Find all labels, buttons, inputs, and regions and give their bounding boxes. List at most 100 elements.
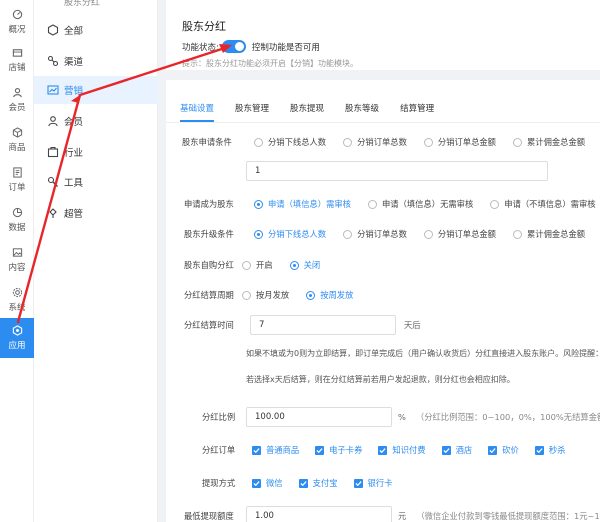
field-label: 股东升级条件 — [184, 229, 234, 239]
field-label: 最低提现额度 — [184, 511, 234, 521]
become-option-review[interactable]: 申请（填信息）需审核 — [254, 198, 351, 210]
option-label: 秒杀 — [548, 445, 566, 455]
rail-label: 内容 — [8, 263, 26, 273]
industry-icon — [46, 146, 59, 159]
field-label: 提现方式 — [202, 478, 236, 488]
header-card: 股东分红 功能状态: 控制功能是否可用 提示：股东分红功能必须开启【分销】功能模… — [166, 0, 600, 70]
order-type-normal[interactable]: 普通商品 — [252, 444, 299, 456]
apply-option-orders[interactable]: 分销订单总数 — [343, 136, 407, 148]
field-label: 分红比例 — [202, 412, 236, 422]
feature-toggle[interactable] — [221, 40, 246, 53]
checkbox-checked — [252, 445, 261, 455]
rail-item-content[interactable]: 内容 — [0, 246, 34, 273]
cycle-row: 分红结算周期 按月发放 按周发放 — [184, 289, 370, 301]
apply-option-order-amount[interactable]: 分销订单总金额 — [423, 136, 496, 148]
apply-option-commission[interactable]: 累计佣金总金额 — [512, 136, 586, 148]
main-content: 股东分红 功能状态: 控制功能是否可用 提示：股东分红功能必须开启【分销】功能模… — [166, 0, 600, 522]
upgrade-option-commission[interactable]: 累计佣金总金额 — [512, 228, 585, 240]
upgrade-option-orders[interactable]: 分销订单总数 — [343, 228, 407, 240]
submenu-label: 超管 — [64, 209, 84, 220]
radio — [512, 137, 522, 147]
field-label: 股东申请条件 — [182, 137, 232, 147]
member-icon — [46, 115, 59, 128]
dashboard-icon — [11, 8, 23, 20]
submenu-item-channel[interactable]: 渠道 — [34, 47, 158, 75]
cycle-option-month[interactable]: 按月发放 — [242, 289, 289, 301]
rail-item-overview[interactable]: 概况 — [0, 8, 34, 35]
admin-icon — [46, 207, 59, 220]
rail-label: 数据 — [8, 223, 26, 233]
tab-shareholder-level[interactable]: 股东等级 — [345, 102, 379, 122]
option-label: 累计佣金总金额 — [526, 137, 586, 147]
rail-label: 应用 — [8, 341, 26, 351]
tab-settlement[interactable]: 结算管理 — [400, 102, 434, 122]
self-buy-option-on[interactable]: 开启 — [242, 259, 273, 271]
rail-label: 店铺 — [8, 63, 26, 73]
option-label: 酒店 — [455, 445, 473, 455]
field-label: 股东自购分红 — [184, 260, 234, 270]
user-icon — [11, 86, 23, 98]
option-label: 支付宝 — [312, 478, 338, 488]
tab-shareholder-manage[interactable]: 股东管理 — [235, 102, 269, 122]
order-type-seckill[interactable]: 秒杀 — [534, 444, 566, 456]
apply-option-downline[interactable]: 分销下线总人数 — [254, 136, 326, 148]
rail-item-apps[interactable]: 应用 — [0, 318, 34, 358]
option-label: 开启 — [256, 260, 273, 270]
settle-time-input[interactable]: 7 — [250, 315, 396, 335]
rail-item-goods[interactable]: 商品 — [0, 126, 34, 153]
image-icon — [11, 246, 23, 258]
rail-item-system[interactable]: 系统 — [0, 286, 34, 313]
order-type-bargain[interactable]: 砍价 — [488, 444, 519, 456]
become-option-no-info[interactable]: 申请（不填信息）需审核 — [490, 198, 596, 210]
min-withdraw-input[interactable]: 1.00 — [246, 506, 392, 522]
radio — [490, 199, 500, 209]
ratio-hint: （分红比例范围：0~100，0%，100%无结算金额） — [415, 412, 600, 422]
apply-condition-input[interactable]: 1 — [246, 161, 548, 181]
settings-icon — [11, 286, 23, 298]
rail-label: 系统 — [8, 303, 26, 313]
submenu-item-all[interactable]: 全部 — [34, 16, 158, 44]
option-label: 银行卡 — [367, 478, 393, 488]
rail-item-store[interactable]: 店铺 — [0, 46, 34, 73]
tab-shareholder-withdraw[interactable]: 股东提现 — [290, 102, 324, 122]
option-label: 申请（填信息）无需审核 — [381, 199, 474, 209]
withdraw-bank[interactable]: 银行卡 — [353, 477, 393, 489]
order-type-ecard[interactable]: 电子卡券 — [315, 444, 362, 456]
submenu-item-industry[interactable]: 行业 — [34, 138, 158, 166]
rail-item-data[interactable]: 数据 — [0, 206, 34, 233]
rail-item-member[interactable]: 会员 — [0, 86, 34, 113]
rail-item-order[interactable]: 订单 — [0, 166, 34, 193]
submenu-label: 工具 — [64, 178, 84, 189]
rail-label: 商品 — [8, 143, 26, 153]
header-hint: 提示：股东分红功能必须开启【分销】功能模块。 — [182, 59, 358, 68]
upgrade-option-order-amount[interactable]: 分销订单总金额 — [423, 228, 496, 240]
submenu-item-marketing[interactable]: 营销 — [34, 76, 158, 104]
upgrade-option-downline[interactable]: 分销下线总人数 — [254, 228, 326, 240]
checkbox-checked — [534, 445, 544, 455]
radio — [423, 137, 433, 147]
withdraw-wechat[interactable]: 微信 — [252, 477, 283, 489]
order-type-hotel[interactable]: 酒店 — [441, 444, 473, 456]
status-label: 功能状态: — [182, 42, 219, 53]
checkbox-checked — [353, 478, 363, 488]
page-title: 股东分红 — [182, 20, 226, 33]
field-label: 分红结算时间 — [184, 320, 234, 330]
submenu-label: 会员 — [64, 117, 84, 128]
secondary-menu: 股东分红 全部 渠道 营销 会员 行业 工具 超管 — [34, 0, 158, 522]
tool-icon — [46, 176, 59, 189]
option-label: 普通商品 — [266, 445, 300, 455]
submenu-label: 渠道 — [64, 57, 84, 68]
withdraw-alipay[interactable]: 支付宝 — [298, 477, 338, 489]
order-type-knowledge[interactable]: 知识付费 — [378, 444, 426, 456]
tab-basic-settings[interactable]: 基础设置 — [180, 102, 215, 122]
channel-icon — [46, 55, 59, 68]
ratio-suffix: % — [398, 412, 406, 422]
submenu-item-member[interactable]: 会员 — [34, 107, 158, 135]
self-buy-option-off[interactable]: 关闭 — [289, 259, 320, 271]
ratio-input[interactable]: 100.00 — [246, 407, 392, 427]
grid-icon — [46, 24, 59, 37]
become-option-no-review[interactable]: 申请（填信息）无需审核 — [367, 198, 474, 210]
cycle-option-week[interactable]: 按周发放 — [306, 289, 353, 301]
submenu-item-admin[interactable]: 超管 — [34, 199, 158, 227]
submenu-item-tool[interactable]: 工具 — [34, 168, 158, 196]
